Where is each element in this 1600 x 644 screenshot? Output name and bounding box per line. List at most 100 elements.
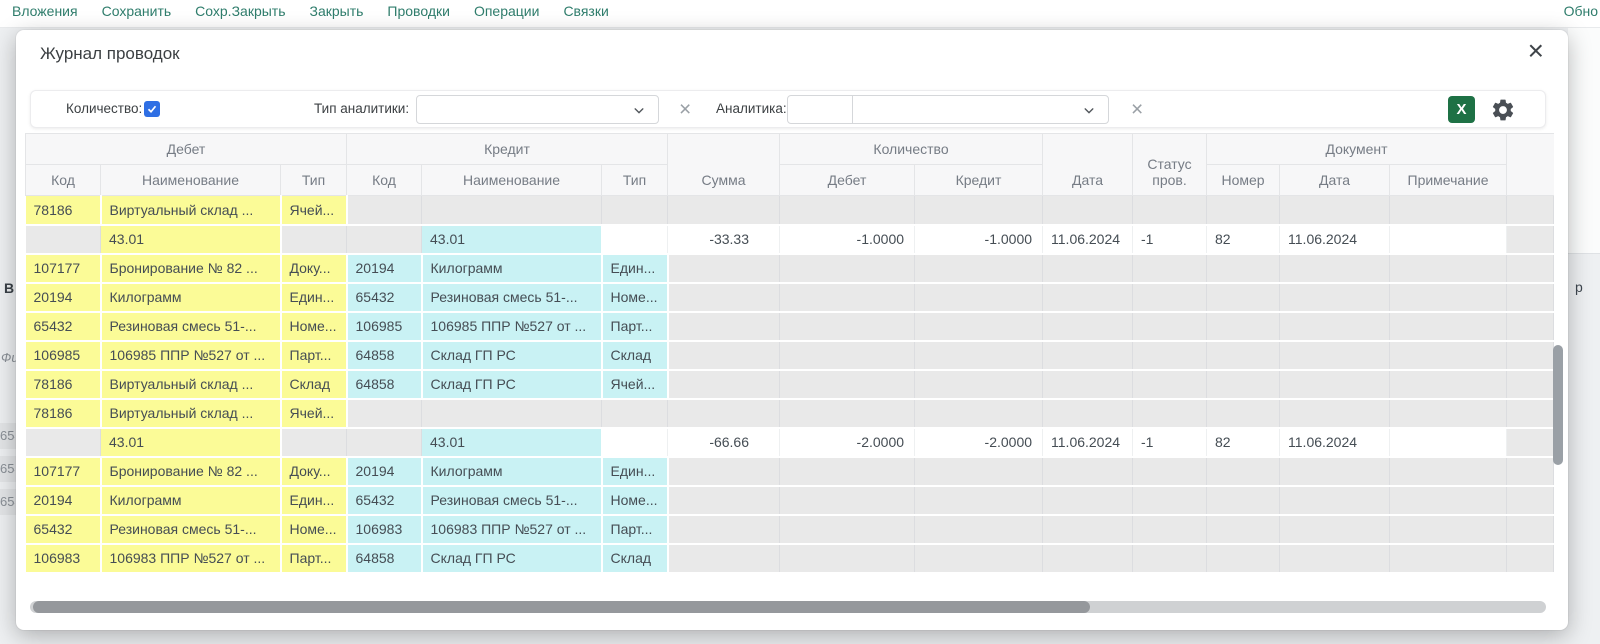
cell-d_type[interactable]: Ячей... xyxy=(281,399,347,428)
cell-c_code[interactable]: 64858 xyxy=(347,341,422,370)
cell-c_name[interactable]: 106985 ППР №527 от ... xyxy=(422,312,602,341)
cell-c_name[interactable]: Склад ГП РС xyxy=(422,370,602,399)
cell-qty_d[interactable] xyxy=(780,399,915,428)
menu-item[interactable]: Закрыть xyxy=(310,3,364,19)
cell-c_code[interactable]: 64858 xyxy=(347,544,422,573)
cell-doc_num[interactable] xyxy=(1207,515,1280,544)
cell-c_code[interactable]: 106985 xyxy=(347,312,422,341)
table-row[interactable]: 107177Бронирование № 82 ...Доку...20194К… xyxy=(26,254,1554,283)
table-row[interactable]: 107177Бронирование № 82 ...Доку...20194К… xyxy=(26,457,1554,486)
cell-sum[interactable] xyxy=(668,283,780,312)
cell-status[interactable] xyxy=(1133,370,1207,399)
cell-status[interactable] xyxy=(1133,486,1207,515)
cell-sum[interactable] xyxy=(668,486,780,515)
cell-doc_date[interactable]: 11.06.2024 xyxy=(1280,428,1390,457)
cell-status[interactable] xyxy=(1133,312,1207,341)
cell-d_name[interactable]: Виртуальный склад ... xyxy=(101,399,281,428)
cell-c_name[interactable]: Килограмм xyxy=(422,254,602,283)
cell-status[interactable] xyxy=(1133,283,1207,312)
cell-status[interactable] xyxy=(1133,196,1207,225)
cell-d_name[interactable]: 43.01 xyxy=(101,225,281,254)
cell-d_name[interactable]: Виртуальный склад ... xyxy=(101,196,281,225)
table-row[interactable]: 78186Виртуальный склад ...Ячей... xyxy=(26,196,1554,225)
cell-doc_num[interactable] xyxy=(1207,341,1280,370)
cell-status[interactable]: -1 xyxy=(1133,225,1207,254)
cell-filler[interactable] xyxy=(1507,544,1554,573)
cell-c_type[interactable]: Ячей... xyxy=(602,370,668,399)
cell-doc_num[interactable] xyxy=(1207,544,1280,573)
cell-c_name[interactable]: Склад ГП РС xyxy=(422,544,602,573)
cell-d_code[interactable]: 20194 xyxy=(26,283,101,312)
cell-doc_num[interactable]: 82 xyxy=(1207,428,1280,457)
cell-filler[interactable] xyxy=(1507,225,1554,254)
cell-c_name[interactable]: Склад ГП РС xyxy=(422,341,602,370)
cell-qty_d[interactable] xyxy=(780,312,915,341)
cell-qty_d[interactable] xyxy=(780,515,915,544)
cell-date[interactable] xyxy=(1043,283,1133,312)
cell-note[interactable] xyxy=(1390,341,1507,370)
cell-c_name[interactable] xyxy=(422,196,602,225)
menu-item-refresh-cut[interactable]: Обно xyxy=(1564,3,1598,19)
cell-doc_date[interactable] xyxy=(1280,515,1390,544)
menu-item[interactable]: Вложения xyxy=(12,3,78,19)
cell-date[interactable] xyxy=(1043,399,1133,428)
cell-d_name[interactable]: 106983 ППР №527 от ... xyxy=(101,544,281,573)
cell-sum[interactable] xyxy=(668,370,780,399)
cell-sum[interactable]: -33.33 xyxy=(668,225,780,254)
cell-c_code[interactable]: 65432 xyxy=(347,283,422,312)
cell-filler[interactable] xyxy=(1507,399,1554,428)
cell-date[interactable]: 11.06.2024 xyxy=(1043,225,1133,254)
cell-c_type[interactable]: Номе... xyxy=(602,283,668,312)
cell-doc_date[interactable] xyxy=(1280,457,1390,486)
table-row[interactable]: 43.0143.01-33.33-1.0000-1.000011.06.2024… xyxy=(26,225,1554,254)
cell-c_type[interactable] xyxy=(602,196,668,225)
cell-sum[interactable] xyxy=(668,544,780,573)
cell-d_name[interactable]: Бронирование № 82 ... xyxy=(101,457,281,486)
cell-doc_date[interactable] xyxy=(1280,312,1390,341)
quantity-checkbox[interactable] xyxy=(144,101,160,117)
table-row[interactable]: 20194КилограммЕдин...65432Резиновая смес… xyxy=(26,283,1554,312)
cell-d_code[interactable]: 106983 xyxy=(26,544,101,573)
cell-d_code[interactable]: 65432 xyxy=(26,312,101,341)
cell-doc_date[interactable]: 11.06.2024 xyxy=(1280,225,1390,254)
cell-d_type[interactable]: Доку... xyxy=(281,254,347,283)
cell-c_type[interactable]: Един... xyxy=(602,457,668,486)
cell-qty_d[interactable] xyxy=(780,544,915,573)
table-row[interactable]: 65432Резиновая смесь 51-...Номе...106985… xyxy=(26,312,1554,341)
cell-d_name[interactable]: Резиновая смесь 51-... xyxy=(101,515,281,544)
cell-filler[interactable] xyxy=(1507,196,1554,225)
cell-date[interactable]: 11.06.2024 xyxy=(1043,428,1133,457)
cell-sum[interactable] xyxy=(668,341,780,370)
cell-c_name[interactable]: 106983 ППР №527 от ... xyxy=(422,515,602,544)
cell-qty_c[interactable] xyxy=(915,341,1043,370)
cell-c_type[interactable]: Парт... xyxy=(602,312,668,341)
cell-c_code[interactable] xyxy=(347,225,422,254)
cell-sum[interactable] xyxy=(668,457,780,486)
cell-filler[interactable] xyxy=(1507,341,1554,370)
cell-note[interactable] xyxy=(1390,515,1507,544)
cell-status[interactable] xyxy=(1133,515,1207,544)
cell-d_type[interactable]: Парт... xyxy=(281,544,347,573)
cell-d_name[interactable]: Резиновая смесь 51-... xyxy=(101,312,281,341)
cell-doc_date[interactable] xyxy=(1280,341,1390,370)
table-row[interactable]: 78186Виртуальный склад ...Ячей... xyxy=(26,399,1554,428)
cell-filler[interactable] xyxy=(1507,515,1554,544)
cell-qty_c[interactable] xyxy=(915,196,1043,225)
cell-d_type[interactable]: Ячей... xyxy=(281,196,347,225)
cell-date[interactable] xyxy=(1043,370,1133,399)
analytics-select[interactable] xyxy=(787,95,1109,124)
cell-sum[interactable] xyxy=(668,196,780,225)
cell-doc_date[interactable] xyxy=(1280,196,1390,225)
cell-d_name[interactable]: Килограмм xyxy=(101,486,281,515)
cell-doc_num[interactable] xyxy=(1207,486,1280,515)
cell-c_type[interactable] xyxy=(602,399,668,428)
analytics-type-select[interactable] xyxy=(416,95,659,124)
cell-note[interactable] xyxy=(1390,312,1507,341)
cell-status[interactable] xyxy=(1133,544,1207,573)
cell-c_code[interactable]: 20194 xyxy=(347,254,422,283)
cell-date[interactable] xyxy=(1043,341,1133,370)
cell-c_type[interactable]: Парт... xyxy=(602,515,668,544)
cell-doc_num[interactable] xyxy=(1207,312,1280,341)
cell-doc_num[interactable] xyxy=(1207,254,1280,283)
cell-doc_date[interactable] xyxy=(1280,486,1390,515)
